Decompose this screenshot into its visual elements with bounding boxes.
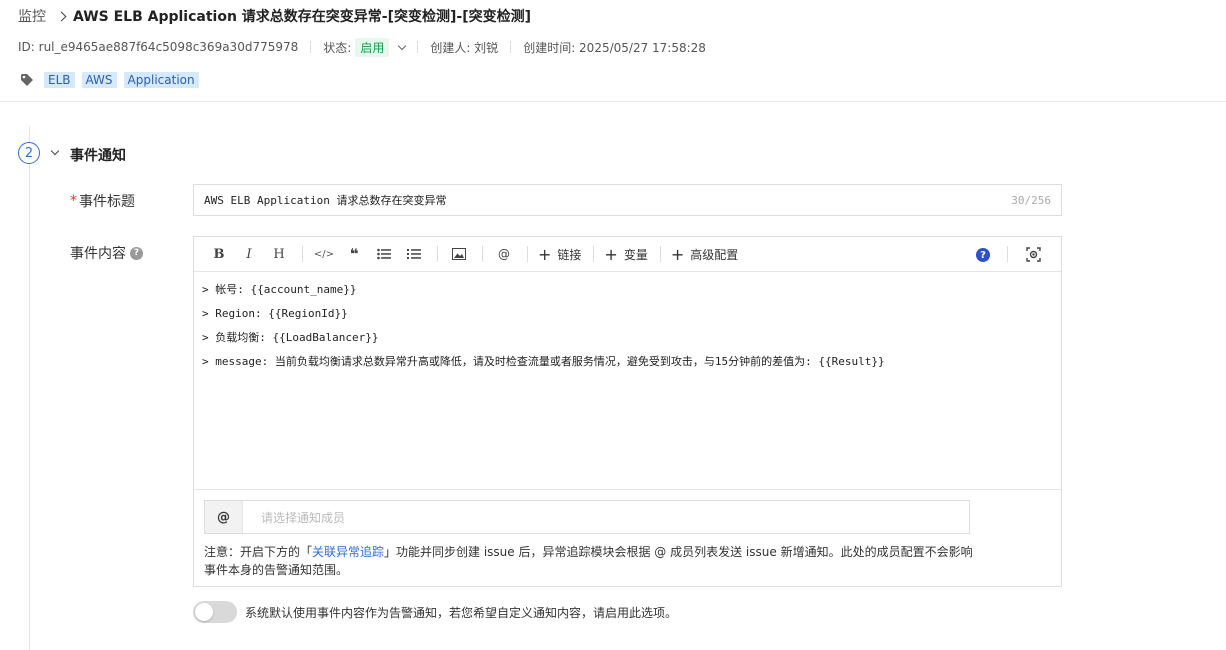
divider xyxy=(510,41,512,53)
creator: 创建人: 刘锐 xyxy=(430,40,499,55)
member-section: @ 请选择通知成员 注意：开启下方的「关联异常追踪」功能并同步创建 issue … xyxy=(194,489,1061,586)
content-line-message: > message: 当前负载均衡请求总数异常升高或降低，请及时检查流量或者服务… xyxy=(202,355,885,368)
question-icon[interactable]: ? xyxy=(130,246,143,260)
toolbar-divider xyxy=(482,246,483,262)
tag-aws[interactable]: AWS xyxy=(81,72,117,88)
toolbar-divider xyxy=(1007,246,1008,262)
code-button[interactable]: </> xyxy=(313,243,335,265)
breadcrumb-monitor-link[interactable]: 监控 xyxy=(18,6,46,26)
variable-button-label: 变量 xyxy=(623,247,648,262)
notice-text: 注意：开启下方的「关联异常追踪」功能并同步创建 issue 后，异常追踪模块会根… xyxy=(204,543,974,579)
event-title-label-text: 事件标题 xyxy=(79,194,135,210)
link-button-label: 链接 xyxy=(557,247,582,262)
notice-prefix: 注意：开启下方的「 xyxy=(204,545,313,559)
toggle-label: 系统默认使用事件内容作为告警通知，若您希望自定义通知内容，请启用此选项。 xyxy=(245,606,678,620)
toolbar-divider xyxy=(302,246,303,262)
content-line-loadbalancer: > 负载均衡: {{LoadBalancer}} xyxy=(202,331,379,344)
help-question-icon[interactable]: ? xyxy=(976,248,990,262)
content-line-account: > 帐号: {{account_name}} xyxy=(202,283,357,296)
toggle-knob xyxy=(195,603,213,621)
variable-button[interactable]: + 变量 xyxy=(604,243,647,265)
divider xyxy=(417,41,419,53)
advanced-config-label: 高级配置 xyxy=(690,247,739,262)
breadcrumb: 监控 AWS ELB Application 请求总数存在突变异常-[突变检测]… xyxy=(18,6,531,26)
advanced-config-button[interactable]: + 高级配置 xyxy=(671,243,738,265)
toolbar-divider xyxy=(527,246,528,262)
quote-button[interactable]: ❝ xyxy=(343,243,365,265)
status-badge: 启用 xyxy=(355,37,390,57)
toolbar-divider xyxy=(593,246,595,262)
plus-icon: + xyxy=(670,244,685,264)
rule-id: ID: rul_e9465ae887f64c5098c369a30d775978 xyxy=(18,40,299,54)
fullscreen-preview-icon[interactable] xyxy=(1026,247,1041,266)
tag-list: ELB AWS Application xyxy=(20,72,206,88)
required-mark: * xyxy=(70,193,77,209)
at-icon: @ xyxy=(205,501,243,533)
bold-button[interactable]: B xyxy=(208,243,230,265)
content-line-region: > Region: {{RegionId}} xyxy=(202,307,348,320)
page-header: 监控 AWS ELB Application 请求总数存在突变异常-[突变检测]… xyxy=(0,0,1226,102)
rule-meta: ID: rul_e9465ae887f64c5098c369a30d775978… xyxy=(18,37,706,57)
image-icon[interactable] xyxy=(448,243,470,265)
link-button[interactable]: + 链接 xyxy=(538,243,581,265)
event-content-editor: B I H </> ❝ @ + 链接 + 变量 + 高级配置 ? > 帐号: {… xyxy=(193,236,1062,587)
plus-icon: + xyxy=(604,244,618,264)
issue-tracking-link[interactable]: 关联异常追踪 xyxy=(312,545,384,559)
ordered-list-icon[interactable] xyxy=(403,243,425,265)
italic-button[interactable]: I xyxy=(238,243,260,265)
event-title-value[interactable]: AWS ELB Application 请求总数存在突变异常 xyxy=(204,192,1011,208)
created-time: 创建时间: 2025/05/27 17:58:28 xyxy=(523,40,706,55)
tag-application[interactable]: Application xyxy=(123,72,199,88)
character-count: 30/256 xyxy=(1011,193,1051,207)
tag-icon xyxy=(20,73,34,87)
bullet-list-icon[interactable] xyxy=(373,243,395,265)
mention-button[interactable]: @ xyxy=(493,243,515,265)
section-title[interactable]: 事件通知 xyxy=(70,145,126,165)
chevron-right-icon xyxy=(56,11,67,21)
plus-icon: + xyxy=(538,244,552,264)
event-title-input[interactable]: AWS ELB Application 请求总数存在突变异常 30/256 xyxy=(193,184,1062,216)
custom-notification-toggle[interactable] xyxy=(193,601,237,623)
event-content-label-text: 事件内容 xyxy=(70,246,126,262)
member-select-placeholder: 请选择通知成员 xyxy=(261,510,346,525)
step-number: 2 xyxy=(18,142,40,164)
tag-elb[interactable]: ELB xyxy=(44,72,75,88)
status-dropdown-chevron-down-icon[interactable] xyxy=(398,41,407,50)
page-title: AWS ELB Application 请求总数存在突变异常-[突变检测]-[突… xyxy=(73,9,532,25)
event-content-label: 事件内容 ? xyxy=(70,243,143,263)
toolbar-divider xyxy=(659,246,661,262)
notify-member-select[interactable]: @ 请选择通知成员 xyxy=(204,500,970,534)
heading-button[interactable]: H xyxy=(268,243,290,265)
collapse-chevron-down-icon[interactable] xyxy=(50,146,60,156)
status-label: 状态: xyxy=(323,40,352,55)
divider xyxy=(310,41,312,53)
toolbar-divider xyxy=(437,246,438,262)
step-timeline-line xyxy=(29,126,30,650)
editor-content[interactable]: > 帐号: {{account_name}} > Region: {{Regio… xyxy=(194,272,1061,488)
editor-toolbar: B I H </> ❝ @ + 链接 + 变量 + 高级配置 ? xyxy=(194,237,1061,272)
event-title-label: * 事件标题 xyxy=(70,191,135,211)
